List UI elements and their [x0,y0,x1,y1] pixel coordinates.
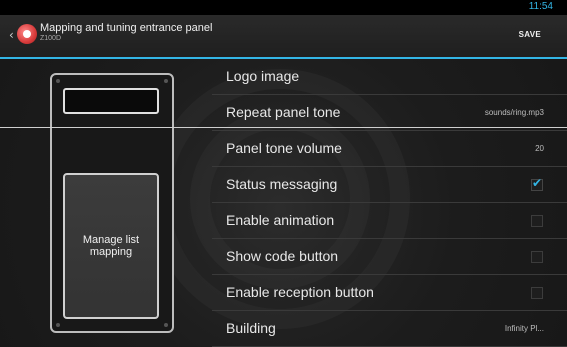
save-button[interactable]: SAVE [519,30,541,39]
setting-repeat-panel-tone[interactable]: Repeat panel tone sounds/ring.mp3 [212,95,567,131]
screw-icon [56,79,60,83]
setting-panel-tone-volume[interactable]: Panel tone volume 20 [212,131,567,167]
manage-list-mapping-button[interactable]: Manage list mapping [63,173,159,319]
screw-icon [56,323,60,327]
setting-value: Infinity Pl... [504,324,544,333]
divider-line [0,127,567,128]
setting-label: Enable animation [226,212,335,228]
setting-enable-animation[interactable]: Enable animation [212,203,567,239]
settings-list: Logo image Repeat panel tone sounds/ring… [212,59,567,347]
action-bar-title: Mapping and tuning entrance panel [40,22,213,34]
checkbox[interactable] [531,176,543,191]
screw-icon [164,323,168,327]
clock: 11:54 [528,1,553,12]
setting-value: 20 [535,144,544,153]
setting-value: sounds/ring.mp3 [484,108,544,117]
setting-building[interactable]: Building Infinity Pl... [212,311,567,347]
status-bar: 11:54 [0,0,567,15]
panel-display[interactable] [63,88,159,114]
checkbox[interactable] [531,251,543,263]
setting-enable-reception-button[interactable]: Enable reception button [212,275,567,311]
action-bar: ‹ Mapping and tuning entrance panel Z100… [0,15,567,59]
setting-label: Enable reception button [226,284,374,300]
setting-label: Show code button [226,248,339,264]
checkbox[interactable] [531,287,543,299]
app-icon[interactable] [17,24,37,44]
setting-label: Building [226,320,276,336]
screw-icon [164,79,168,83]
setting-logo-image[interactable]: Logo image [212,59,567,95]
content-area: Manage list mapping Logo image Repeat pa… [0,59,567,347]
entrance-panel-preview: Manage list mapping [50,73,174,333]
action-bar-subtitle: Z100D [40,35,62,42]
setting-label: Repeat panel tone [226,104,341,120]
setting-label: Status messaging [226,176,338,192]
setting-status-messaging[interactable]: Status messaging [212,167,567,203]
setting-label: Logo image [226,68,300,84]
setting-show-code-button[interactable]: Show code button [212,239,567,275]
back-caret-icon[interactable]: ‹ [9,28,14,42]
setting-label: Panel tone volume [226,140,342,156]
checkbox[interactable] [531,215,543,227]
